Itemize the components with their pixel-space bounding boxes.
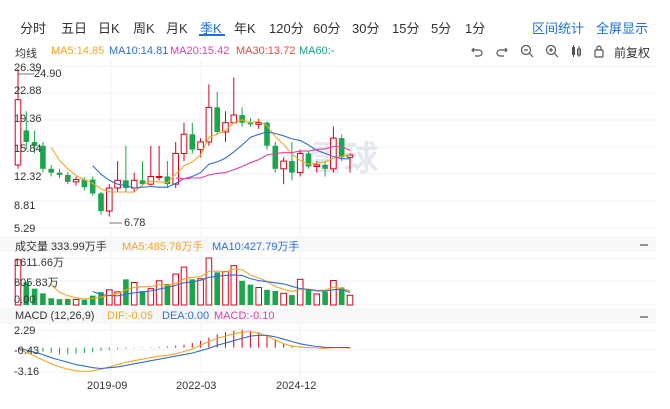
volume-bar-down — [305, 289, 312, 305]
macd-tick-3: -3.16 — [14, 366, 40, 378]
volume-bar-up — [230, 265, 238, 306]
macd-dif: DIF:-0.05 — [107, 310, 153, 322]
volume-bar-down — [89, 295, 96, 305]
volume-bar-down — [56, 299, 63, 305]
candle-body-up — [255, 122, 262, 125]
volume-bar-up — [130, 282, 138, 306]
volume-bar-down — [40, 293, 46, 305]
volume-bar-up — [172, 273, 179, 306]
candle-body-up — [180, 133, 188, 154]
candle-body-up — [72, 179, 80, 183]
macd-tick-1: 2.29 — [14, 325, 36, 337]
volume-bar-down — [247, 284, 254, 305]
volume-bar-up — [330, 280, 337, 306]
candle-body-down — [65, 174, 71, 182]
candle-body-up — [155, 175, 163, 178]
macd-collapse-icon[interactable] — [638, 310, 650, 322]
volume-collapse-icon[interactable] — [638, 238, 650, 250]
volume-bar-up — [72, 298, 80, 306]
volume-bar-down — [48, 298, 54, 305]
volume-legend-bar: 成交量 333.99万手 MA5:485.78万手 MA10:427.79万手 — [0, 236, 656, 253]
x-tick-3: 2024-12 — [276, 380, 317, 392]
volume-bar-up — [296, 278, 304, 306]
candle-body-down — [23, 130, 30, 142]
candle-body-up — [130, 179, 138, 189]
volume-tick-1: 1611.66万 — [14, 257, 64, 269]
volume-bar-up — [197, 278, 204, 306]
macd-value: MACD:-0.10 — [214, 310, 275, 322]
volume-bar-up — [106, 289, 113, 306]
candle-body-up — [14, 99, 22, 166]
candle-body-up — [296, 152, 304, 174]
volume-bar-down — [123, 279, 129, 305]
candle-body-up — [330, 137, 337, 170]
price-tick-3: 19.36 — [14, 113, 42, 125]
candle-body-down — [48, 168, 54, 173]
x-tick-2: 2022-03 — [176, 380, 217, 392]
volume-bar-up — [280, 292, 287, 306]
price-tick-7: 5.29 — [14, 223, 36, 235]
volume-bar-up — [346, 294, 354, 306]
macd-tick-2: -0.43 — [14, 345, 40, 357]
candle-body-down — [272, 145, 279, 169]
candle-body-down — [214, 107, 220, 132]
volume-tick-3: 0.00 — [14, 294, 36, 306]
volume-bar-up — [222, 270, 229, 306]
volume-ma5: MA5:485.78万手 — [122, 241, 204, 253]
candle-body-down — [239, 115, 245, 123]
volume-bar-down — [65, 298, 71, 305]
volume-bar-up — [313, 293, 321, 306]
volume-bar-down — [139, 291, 146, 305]
volume-tick-2: 805.83万 — [14, 277, 59, 289]
candle-body-down — [289, 161, 295, 173]
volume-bar-down — [239, 280, 245, 305]
candle-body-up — [147, 175, 155, 185]
macd-dea: DEA:0.00 — [162, 310, 210, 322]
volume-bar-up — [205, 257, 213, 306]
x-tick-1: 2019-09 — [87, 380, 128, 392]
volume-bar-down — [272, 291, 279, 305]
price-tick-4: 15.84 — [14, 143, 42, 155]
price-low-label: 6.78 — [124, 217, 146, 229]
candle-body-up — [197, 141, 204, 151]
volume-bar-down — [322, 291, 328, 305]
volume-bar-up — [255, 287, 262, 306]
volume-bars — [14, 257, 354, 306]
candlestick-series — [14, 68, 354, 217]
candle-body-down — [98, 193, 104, 212]
volume-bar-down — [189, 279, 196, 305]
volume-bar-down — [289, 295, 295, 305]
price-high-label: 24.90 — [34, 68, 62, 80]
candle-body-down — [56, 172, 63, 175]
macd-legend-bar: MACD (12,26,9) DIF:-0.05 DEA:0.00 MACD:-… — [0, 308, 656, 324]
volume-bar-down — [214, 272, 220, 305]
kline-chart[interactable]: 雪球 — [0, 0, 670, 409]
chart-grid — [14, 60, 656, 376]
candle-body-down — [89, 179, 96, 194]
candle-body-down — [189, 134, 196, 150]
volume-bar-down — [264, 289, 270, 305]
candle-body-up — [172, 152, 179, 185]
candle-body-up — [313, 164, 321, 168]
price-tick-2: 22.88 — [14, 85, 42, 97]
macd-title: MACD (12,26,9) — [15, 310, 95, 322]
volume-title: 成交量 333.99万手 — [15, 241, 107, 253]
candle-body-up — [346, 154, 354, 158]
volume-bar-down — [81, 299, 88, 305]
price-tick-6: 8.81 — [14, 200, 36, 212]
candle-body-down — [123, 180, 129, 188]
candle-body-down — [322, 164, 328, 169]
price-tick-5: 12.32 — [14, 171, 42, 183]
candle-body-up — [280, 160, 287, 170]
volume-ma10: MA10:427.79万手 — [212, 241, 300, 253]
volume-bar-up — [180, 266, 188, 306]
